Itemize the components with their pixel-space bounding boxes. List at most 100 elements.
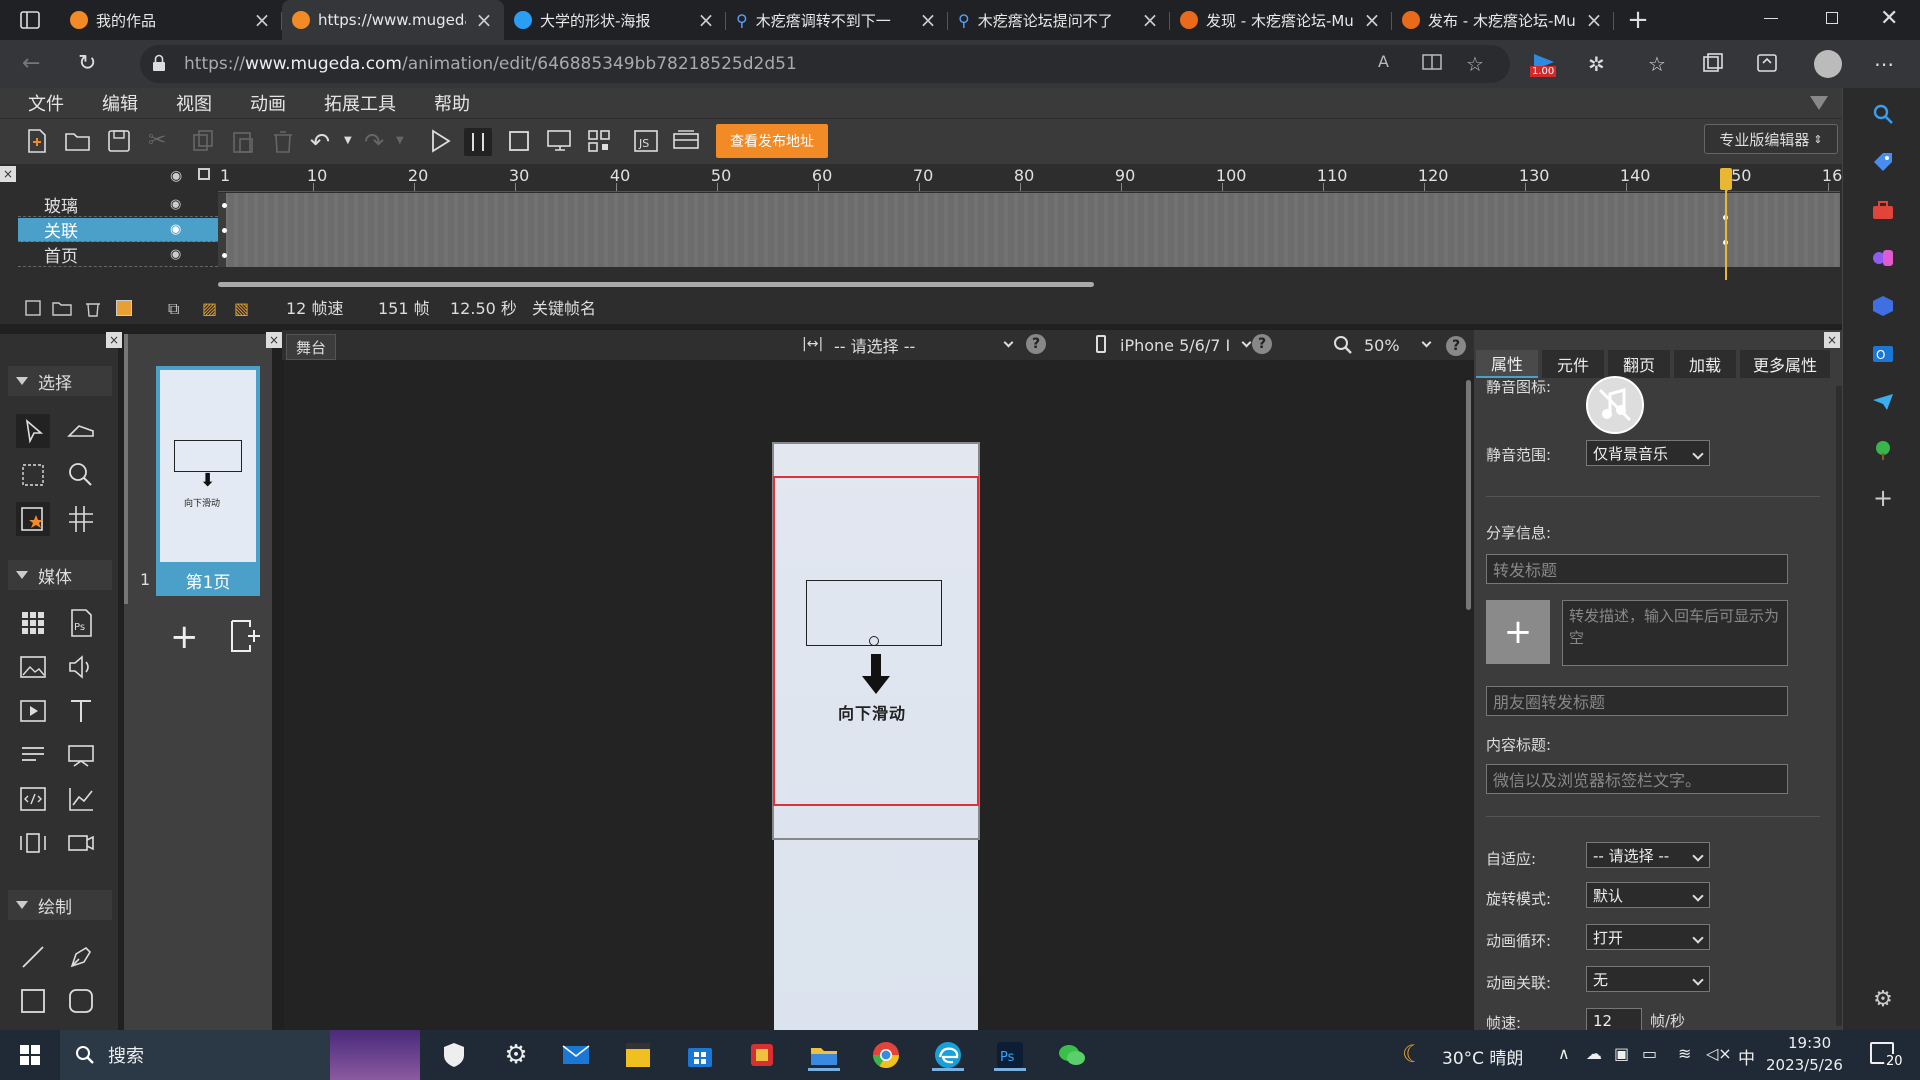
tray-app-icon[interactable]: ▣ xyxy=(1614,1044,1629,1063)
tab-components[interactable]: 元件 xyxy=(1542,350,1604,378)
layer-visibility-icon[interactable]: ◉ xyxy=(170,197,181,212)
node-tool-icon[interactable] xyxy=(16,458,50,492)
zoom-magnifier-icon[interactable] xyxy=(1332,334,1354,356)
editor-mode-select[interactable]: 专业版编辑器 ⇕ xyxy=(1704,124,1838,154)
animation-loop-select[interactable]: 打开 xyxy=(1586,924,1710,950)
menu-view[interactable]: 视图 xyxy=(176,90,212,116)
onedrive-icon[interactable]: ☁ xyxy=(1586,1044,1602,1063)
undo-icon[interactable]: ↶ xyxy=(310,128,338,156)
close-tab-icon[interactable]: × xyxy=(918,8,938,32)
delete-layer-icon[interactable] xyxy=(84,299,102,317)
layer-row[interactable]: 首页 ◉ xyxy=(18,243,218,267)
apps-icon[interactable] xyxy=(16,606,50,640)
section-media[interactable]: 媒体 xyxy=(8,560,112,590)
moments-title-input[interactable]: 朋友圈转发标题 xyxy=(1486,686,1788,716)
tab-properties[interactable]: 属性 xyxy=(1476,350,1538,378)
image-icon[interactable] xyxy=(16,650,50,684)
close-tab-icon[interactable]: × xyxy=(474,8,494,32)
audio-icon[interactable] xyxy=(64,650,98,684)
pen-tool-icon[interactable] xyxy=(64,940,98,974)
browser-tab[interactable]: 我的作品 × xyxy=(60,0,282,40)
store-icon[interactable] xyxy=(684,1039,716,1071)
more-menu-icon[interactable]: ⋯ xyxy=(1874,52,1898,76)
new-file-icon[interactable] xyxy=(24,128,52,156)
layer-visibility-icon[interactable]: ◉ xyxy=(170,222,181,237)
playhead[interactable] xyxy=(1720,168,1732,190)
paragraph-icon[interactable] xyxy=(16,738,50,772)
toolbox-icon[interactable] xyxy=(1871,198,1895,222)
pause-icon[interactable] xyxy=(464,128,492,156)
mute-music-icon[interactable] xyxy=(1586,376,1644,434)
mute-range-select[interactable]: 仅背景音乐 xyxy=(1586,440,1710,466)
rectangle-tool-icon[interactable] xyxy=(16,984,50,1018)
tab-page-turn[interactable]: 翻页 xyxy=(1608,350,1670,378)
fps-readout[interactable]: 12 帧速 xyxy=(286,295,343,319)
align-select[interactable]: -- 请选择 -- xyxy=(834,333,1018,357)
tab-actions-icon[interactable] xyxy=(0,0,60,40)
tab-more-properties[interactable]: 更多属性 xyxy=(1740,350,1830,378)
web-embed-icon[interactable] xyxy=(16,782,50,816)
chrome-icon[interactable] xyxy=(870,1039,902,1071)
behavior-tool-icon[interactable] xyxy=(16,502,50,536)
read-aloud-icon[interactable]: A xyxy=(1378,52,1402,76)
text-icon[interactable] xyxy=(64,694,98,728)
camera-icon[interactable] xyxy=(64,826,98,860)
new-tab-icon[interactable]: + xyxy=(1614,5,1662,35)
section-select[interactable]: 选择 xyxy=(8,366,112,396)
keyframe-name[interactable]: 关键帧名 xyxy=(532,295,596,319)
section-draw[interactable]: 绘制 xyxy=(8,890,112,920)
align-icon[interactable]: |↔| xyxy=(802,336,823,352)
edit-multiple-icon[interactable]: ▧ xyxy=(234,299,249,318)
timeline-scrollbar[interactable] xyxy=(218,282,1094,287)
keyframe-dot[interactable] xyxy=(222,253,227,258)
layer-color-icon[interactable] xyxy=(116,300,132,316)
help-icon[interactable]: ? xyxy=(1026,334,1046,354)
stage-canvas[interactable]: 向下滑动 xyxy=(284,360,1474,1030)
close-tab-icon[interactable]: × xyxy=(1140,8,1160,32)
open-folder-icon[interactable] xyxy=(64,128,92,156)
onion-skin-icon[interactable]: ⧉ xyxy=(168,299,179,319)
clock-date[interactable]: 2023/5/26 xyxy=(1766,1056,1843,1074)
video-icon[interactable] xyxy=(16,694,50,728)
publish-settings-icon[interactable] xyxy=(672,128,700,156)
frame-grid[interactable] xyxy=(218,193,1840,267)
search-icon[interactable] xyxy=(1871,102,1895,126)
keyframe-dot[interactable] xyxy=(222,203,227,208)
anchor-point-icon[interactable] xyxy=(869,636,879,646)
layer-row-selected[interactable]: 关联 ◉ xyxy=(18,218,218,242)
wifi-icon[interactable]: ≋ xyxy=(1678,1044,1691,1063)
extension-badge-icon[interactable]: 1.00 xyxy=(1530,52,1560,77)
timeline-close-icon[interactable]: × xyxy=(0,166,16,182)
browser-tab[interactable]: 大学的形状-海报 × xyxy=(504,0,726,40)
send-icon[interactable] xyxy=(1871,390,1895,414)
device-select[interactable]: iPhone 5/6/7 I xyxy=(1120,333,1254,357)
new-folder-icon[interactable] xyxy=(52,299,72,317)
pages-close-icon[interactable]: × xyxy=(266,332,282,348)
menu-edit[interactable]: 编辑 xyxy=(102,90,138,116)
layer-visibility-icon[interactable]: ◉ xyxy=(170,247,181,262)
favorite-add-icon[interactable]: ☆ xyxy=(1466,52,1490,76)
sticky-notes-icon[interactable] xyxy=(622,1039,654,1071)
volume-muted-icon[interactable]: ◁× xyxy=(1706,1044,1732,1063)
timeline-ruler[interactable]: 1 10 20 30 40 50 60 70 80 90 100 110 120 130 140 150 16… xyxy=(218,164,1852,192)
add-page-icon[interactable]: + xyxy=(170,620,199,654)
browser-tab-active[interactable]: https://www.mugeda.c × xyxy=(282,0,504,40)
redo-dropdown-icon[interactable]: ▼ xyxy=(396,135,424,163)
save-icon[interactable] xyxy=(106,128,134,156)
preview-icon[interactable] xyxy=(546,128,574,156)
copy-icon[interactable] xyxy=(190,128,218,156)
qrcode-icon[interactable] xyxy=(586,128,614,156)
close-tab-icon[interactable]: × xyxy=(1362,8,1382,32)
onion-range-icon[interactable]: ▨ xyxy=(202,299,217,318)
page-thumbnail[interactable]: ⬇ 向下滑动 第1页 xyxy=(156,366,260,596)
adapt-select[interactable]: -- 请选择 -- xyxy=(1586,842,1710,868)
stop-icon[interactable] xyxy=(506,128,534,156)
tab-loading[interactable]: 加载 xyxy=(1674,350,1736,378)
keyframe-dot[interactable] xyxy=(222,228,227,233)
browser-tab[interactable]: 发布 - 木疙瘩论坛-Mu × xyxy=(1392,0,1614,40)
slideshow-icon[interactable] xyxy=(64,738,98,772)
favorites-icon[interactable]: ☆ xyxy=(1648,52,1672,76)
collections-icon[interactable] xyxy=(1702,52,1726,76)
split-screen-icon[interactable] xyxy=(1422,52,1446,76)
layers-lock-icon[interactable] xyxy=(198,168,210,180)
